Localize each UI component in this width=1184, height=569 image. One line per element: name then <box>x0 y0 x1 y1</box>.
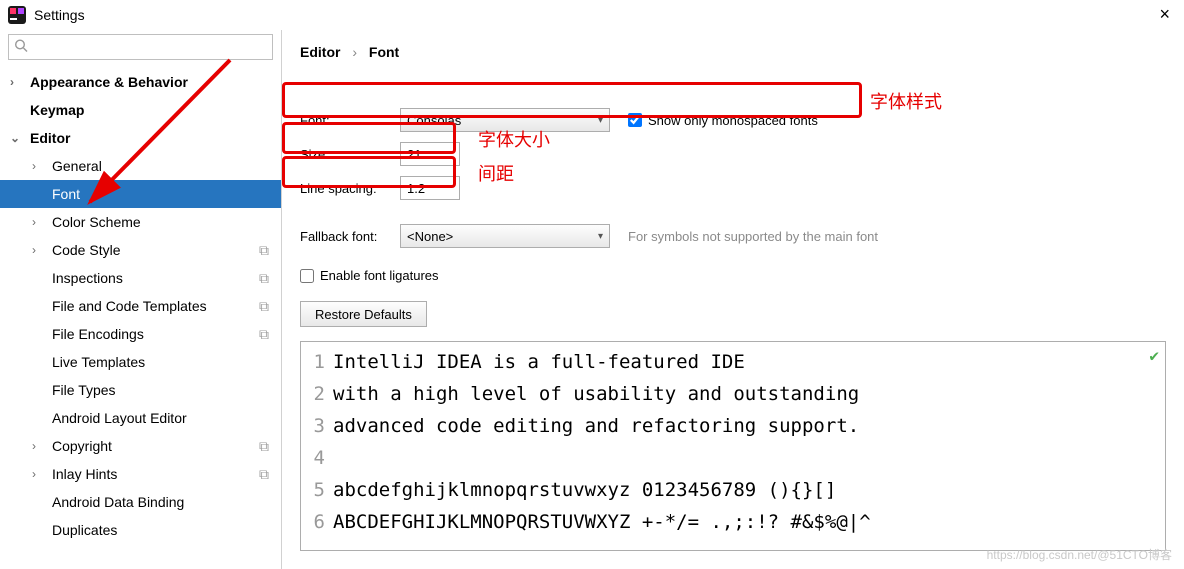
linespacing-label: Line spacing: <box>300 181 400 196</box>
size-label: Size: <box>300 147 400 162</box>
tree-keymap[interactable]: Keymap <box>0 96 281 124</box>
copy-icon: ⧉ <box>259 326 269 343</box>
size-input[interactable] <box>400 142 460 166</box>
breadcrumb: Editor › Font <box>300 44 1166 60</box>
tree-label: Copyright <box>52 438 112 454</box>
tree-live-templates[interactable]: Live Templates <box>0 348 281 376</box>
monospaced-label: Show only monospaced fonts <box>648 113 818 128</box>
annotation-text-font: 字体样式 <box>870 88 942 114</box>
chevron-down-icon: ▾ <box>598 115 603 126</box>
tree-label: Inspections <box>52 270 123 286</box>
chevron-down-icon: ▾ <box>598 231 603 242</box>
watermark: https://blog.csdn.net/@51CTO博客 <box>987 546 1172 563</box>
sidebar: › Appearance & Behavior Keymap ⌄ Editor › G… <box>0 30 282 569</box>
chevron-down-icon: ⌄ <box>10 131 26 145</box>
row-fallback: Fallback font: <None> ▾ For symbols not … <box>300 220 1166 252</box>
tree-label: Inlay Hints <box>52 466 117 482</box>
close-icon[interactable]: × <box>1159 4 1170 25</box>
monospaced-check-input[interactable] <box>628 113 642 127</box>
tree-color-scheme[interactable]: › Color Scheme <box>0 208 281 236</box>
annotation-text-linespacing: 间距 <box>478 160 514 186</box>
breadcrumb-font: Font <box>369 44 399 60</box>
tree-label: General <box>52 158 102 174</box>
tree-label: Duplicates <box>52 522 117 538</box>
tree-label: Editor <box>30 130 70 146</box>
tree-copyright[interactable]: › Copyright ⧉ <box>0 432 281 460</box>
tree-file-encodings[interactable]: File Encodings ⧉ <box>0 320 281 348</box>
monospaced-checkbox[interactable]: Show only monospaced fonts <box>628 113 818 128</box>
tree-label: File Types <box>52 382 116 398</box>
tree-label: File Encodings <box>52 326 144 342</box>
tree-label: Appearance & Behavior <box>30 74 188 90</box>
tree-editor[interactable]: ⌄ Editor <box>0 124 281 152</box>
tree-appearance[interactable]: › Appearance & Behavior <box>0 68 281 96</box>
ligatures-checkbox[interactable]: Enable font ligatures <box>300 268 1166 283</box>
copy-icon: ⧉ <box>259 270 269 287</box>
copy-icon: ⧉ <box>259 298 269 315</box>
tree-label: Live Templates <box>52 354 145 370</box>
ligatures-label: Enable font ligatures <box>320 268 439 283</box>
tree-code-style[interactable]: › Code Style ⧉ <box>0 236 281 264</box>
tree-file-code-templates[interactable]: File and Code Templates ⧉ <box>0 292 281 320</box>
tree-file-types[interactable]: File Types <box>0 376 281 404</box>
ligatures-check-input[interactable] <box>300 269 314 283</box>
tree-duplicates[interactable]: Duplicates <box>0 516 281 544</box>
chevron-right-icon: › <box>10 75 26 89</box>
app-icon <box>8 6 26 24</box>
tree-label: Font <box>52 186 80 202</box>
chevron-right-icon: › <box>32 215 48 229</box>
copy-icon: ⧉ <box>259 466 269 483</box>
tree-label: Android Layout Editor <box>52 410 187 426</box>
fallback-value: <None> <box>407 229 453 244</box>
nav-tree: › Appearance & Behavior Keymap ⌄ Editor › G… <box>0 64 281 548</box>
search-icon <box>14 39 28 56</box>
chevron-right-icon: › <box>32 439 48 453</box>
font-value: Consolas <box>407 113 461 128</box>
row-font: Font: Consolas ▾ Show only monospaced fo… <box>300 104 1166 136</box>
annotation-text-size: 字体大小 <box>478 126 550 152</box>
breadcrumb-editor[interactable]: Editor <box>300 44 340 60</box>
tree-label: File and Code Templates <box>52 298 207 314</box>
gutter: 123456 <box>301 346 329 546</box>
copy-icon: ⧉ <box>259 242 269 259</box>
copy-icon: ⧉ <box>259 438 269 455</box>
restore-defaults-button[interactable]: Restore Defaults <box>300 301 427 327</box>
tree-general[interactable]: › General <box>0 152 281 180</box>
font-label: Font: <box>300 113 400 128</box>
fallback-label: Fallback font: <box>300 229 400 244</box>
tree-label: Android Data Binding <box>52 494 184 510</box>
tree-label: Code Style <box>52 242 120 258</box>
tree-label: Keymap <box>30 102 84 118</box>
chevron-right-icon: › <box>352 44 357 60</box>
tree-label: Color Scheme <box>52 214 141 230</box>
content-pane: Editor › Font Font: Consolas ▾ Show only… <box>282 30 1184 569</box>
fallback-hint: For symbols not supported by the main fo… <box>628 229 878 244</box>
chevron-right-icon: › <box>32 159 48 173</box>
tree-font[interactable]: Font <box>0 180 281 208</box>
linespacing-input[interactable] <box>400 176 460 200</box>
window-title: Settings <box>34 7 85 23</box>
row-size: Size: <box>300 138 1166 170</box>
font-preview: ✔ 123456 IntelliJ IDEA is a full-feature… <box>300 341 1166 551</box>
search-input[interactable] <box>8 34 273 60</box>
tree-inlay-hints[interactable]: › Inlay Hints ⧉ <box>0 460 281 488</box>
row-line-spacing: Line spacing: <box>300 172 1166 204</box>
preview-text: IntelliJ IDEA is a full-featured IDE wit… <box>333 346 1165 538</box>
tree-android-binding[interactable]: Android Data Binding <box>0 488 281 516</box>
chevron-right-icon: › <box>32 243 48 257</box>
tree-android-layout[interactable]: Android Layout Editor <box>0 404 281 432</box>
fallback-dropdown[interactable]: <None> ▾ <box>400 224 610 248</box>
check-icon: ✔ <box>1149 346 1159 365</box>
tree-inspections[interactable]: Inspections ⧉ <box>0 264 281 292</box>
chevron-right-icon: › <box>32 467 48 481</box>
titlebar: Settings × <box>0 0 1184 30</box>
